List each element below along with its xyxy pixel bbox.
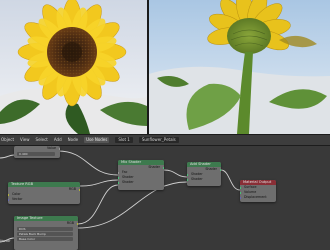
material-output-displacement: Displacement — [240, 195, 276, 200]
socket-purple[interactable] — [8, 198, 9, 201]
mix-shader-input-fac-label: Fac — [122, 170, 128, 174]
node-editor-header: Object View Select Add Node Use Nodes Sl… — [0, 134, 330, 146]
image-texture-output: RGB — [14, 221, 78, 226]
socket-purple[interactable] — [240, 196, 241, 199]
texture-rgb-output-label: RGB — [68, 187, 76, 191]
add-shader-node[interactable]: Add Shader Shader Shader Shader — [187, 162, 221, 186]
value-node[interactable]: Value 0.400 — [14, 146, 60, 158]
material-name-field[interactable]: Sunflower_Petals — [138, 137, 179, 143]
mix-shader-input-shader-2-label: Shader — [122, 180, 134, 184]
material-output-surface-label: Surface — [244, 185, 257, 189]
image-texture-node[interactable]: Image Texture RGB DOS Petals Back Bump B… — [14, 216, 78, 250]
texture-rgb-input-color-label: Color — [12, 192, 21, 196]
socket-green[interactable] — [220, 168, 221, 171]
sunflower-render-right — [149, 0, 330, 134]
socket-yellow[interactable] — [79, 188, 80, 191]
add-shader-input-2: Shader — [187, 177, 221, 182]
add-shader-input-2-label: Shader — [191, 177, 203, 181]
partial-vector-label: Vector — [0, 239, 11, 243]
mix-shader-input-shader-1-label: Shader — [122, 175, 134, 179]
texture-rgb-input-vector: Vector — [8, 197, 80, 202]
texture-rgb-input-vector-label: Vector — [12, 197, 23, 201]
right-viewport[interactable] — [149, 0, 330, 134]
menu-view[interactable]: View — [20, 138, 30, 142]
socket-green[interactable] — [118, 176, 119, 179]
material-output-node[interactable]: Material Output Surface Volume Displacem… — [240, 180, 276, 202]
node-editor-canvas[interactable]: Value 0.400 Texture RGB RGB Color Vector… — [0, 146, 330, 250]
sunflower-render-left — [0, 0, 147, 134]
mix-shader-output-label: Shader — [148, 165, 160, 169]
menu-select[interactable]: Select — [36, 138, 48, 142]
socket-green[interactable] — [240, 191, 241, 194]
socket-green[interactable] — [240, 186, 241, 189]
image-field-1[interactable]: DOS — [17, 227, 73, 231]
socket-green[interactable] — [187, 178, 188, 181]
image-field-3[interactable]: Base Color — [17, 237, 73, 241]
socket-green[interactable] — [187, 173, 188, 176]
socket-yellow[interactable] — [8, 193, 9, 196]
menu-node[interactable]: Node — [68, 138, 78, 142]
left-viewport[interactable] — [0, 0, 147, 134]
socket-gray[interactable] — [118, 171, 119, 174]
image-texture-output-label: RGB — [66, 221, 74, 225]
add-shader-input-1-label: Shader — [191, 172, 203, 176]
material-output-displacement-label: Displacement — [244, 195, 267, 199]
material-output-volume-label: Volume — [244, 190, 257, 194]
menu-object[interactable]: Object — [1, 138, 14, 142]
value-node-output: Value — [14, 146, 60, 151]
add-shader-output-label: Shader — [205, 167, 217, 171]
value-node-title: Value — [46, 146, 56, 150]
socket-gray[interactable] — [59, 147, 60, 150]
mix-shader-input-shader-2: Shader — [118, 180, 164, 185]
slot-selector[interactable]: Slot 1 — [115, 137, 133, 143]
socket-green[interactable] — [163, 166, 164, 169]
socket-green[interactable] — [118, 181, 119, 184]
use-nodes-toggle[interactable]: Use Nodes — [84, 137, 110, 143]
mix-shader-node[interactable]: Mix Shader Shader Fac Shader Shader — [118, 160, 164, 190]
image-field-2[interactable]: Petals Back Bump — [17, 232, 73, 236]
value-field[interactable]: 0.400 — [17, 152, 55, 156]
texture-rgb-node[interactable]: Texture RGB RGB Color Vector — [8, 182, 80, 204]
socket-yellow[interactable] — [77, 222, 78, 225]
menu-add[interactable]: Add — [54, 138, 62, 142]
